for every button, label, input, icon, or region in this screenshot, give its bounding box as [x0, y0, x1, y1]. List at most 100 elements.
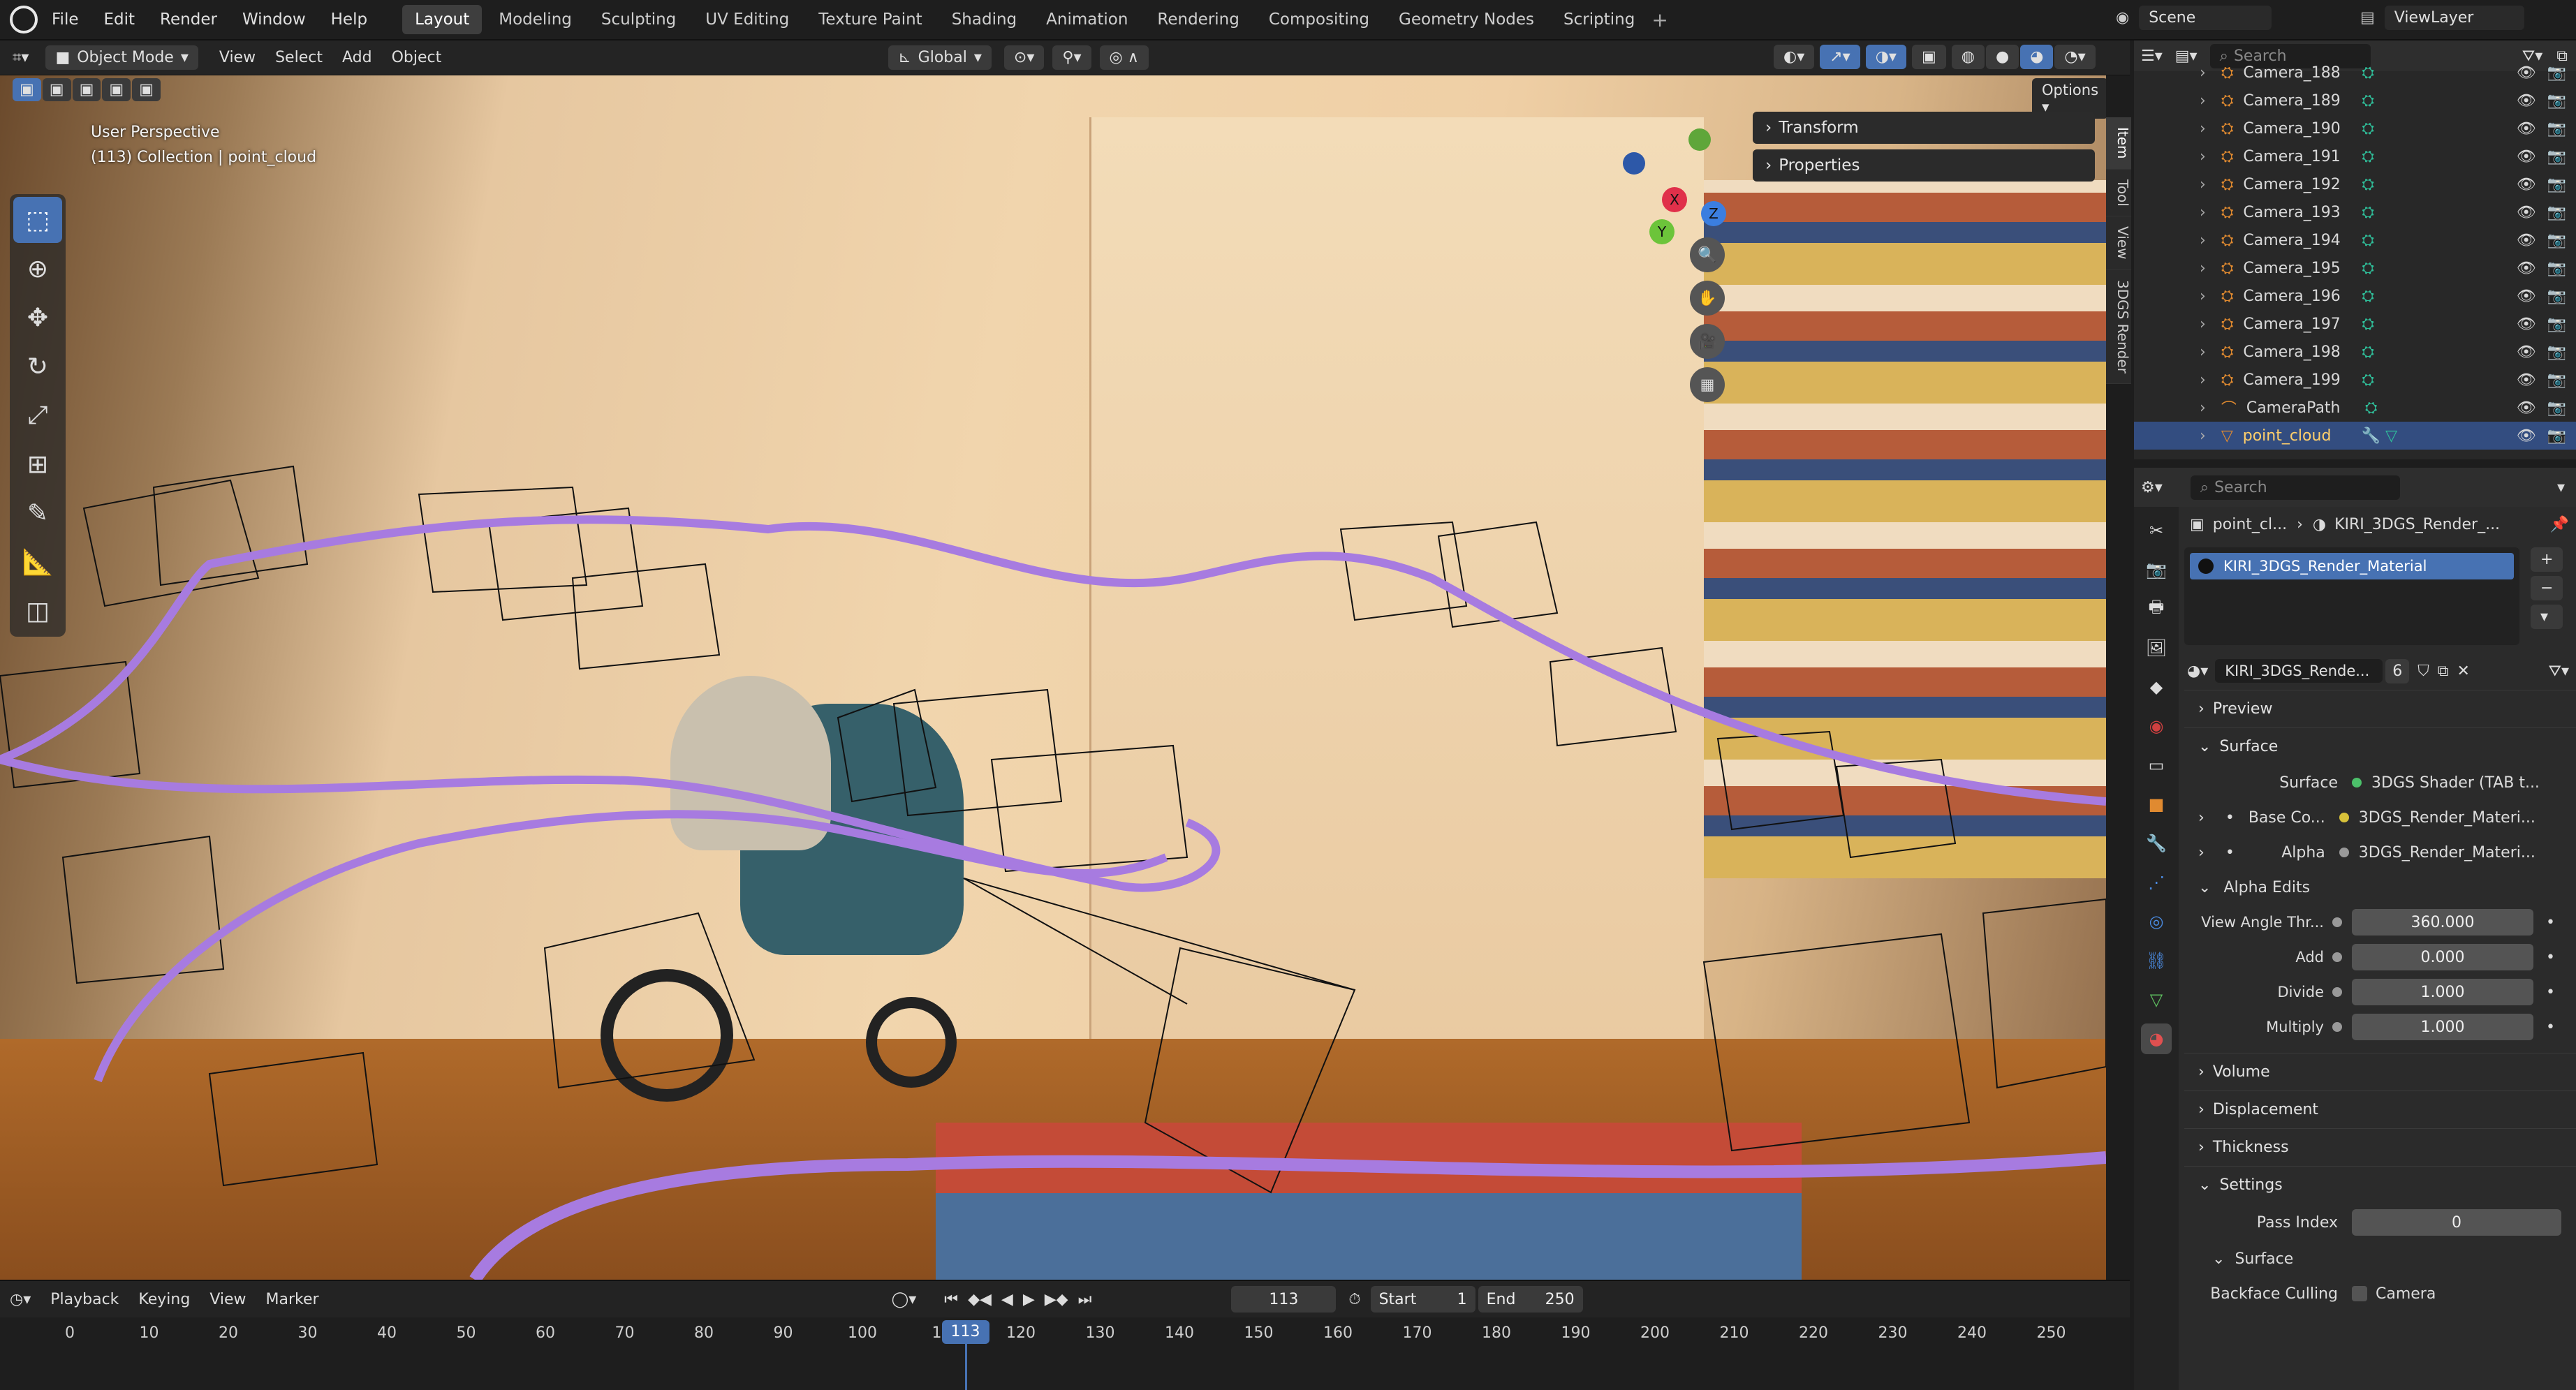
- render-camera-icon[interactable]: 📷: [2547, 120, 2566, 138]
- menu-playback[interactable]: Playback: [50, 1291, 119, 1308]
- outliner-item-label[interactable]: Camera_190: [2243, 120, 2362, 138]
- base-color-field[interactable]: 3DGS_Render_Materi...: [2359, 809, 2535, 827]
- expand-arrow-icon[interactable]: ›: [2200, 120, 2206, 138]
- visibility-eye-icon[interactable]: 👁: [2517, 176, 2536, 193]
- tab-scripting[interactable]: Scripting: [1551, 5, 1647, 34]
- outliner-row[interactable]: › ⌒ CameraPath ⛭ 👁 📷: [2134, 394, 2576, 422]
- menu-keying[interactable]: Keying: [138, 1291, 190, 1308]
- outliner-type-icon[interactable]: ☰▾: [2141, 47, 2163, 65]
- tab-layout[interactable]: Layout: [402, 5, 483, 34]
- jump-keyframe-fwd-icon[interactable]: ▶◆: [1045, 1291, 1068, 1308]
- select-invert-icon[interactable]: ▣: [102, 78, 131, 101]
- menu-timeline-view[interactable]: View: [209, 1291, 246, 1308]
- chevron-down-icon[interactable]: ▾: [2557, 479, 2565, 496]
- tab-modeling[interactable]: Modeling: [486, 5, 584, 34]
- menu-select[interactable]: Select: [275, 49, 323, 66]
- material-browse-icon[interactable]: ◕▾: [2187, 663, 2208, 680]
- gizmo-toggle-icon[interactable]: ↗▾: [1820, 45, 1860, 69]
- gizmo-y-axis[interactable]: Y: [1649, 219, 1675, 244]
- output-icon[interactable]: 🖶: [2141, 593, 2172, 624]
- render-camera-icon[interactable]: 📷: [2547, 371, 2566, 389]
- scene-field[interactable]: Scene: [2139, 6, 2272, 30]
- tab-uv-editing[interactable]: UV Editing: [693, 5, 802, 34]
- tab-compositing[interactable]: Compositing: [1256, 5, 1382, 34]
- keyframe-dot-icon[interactable]: •: [2546, 949, 2555, 966]
- add-workspace-icon[interactable]: +: [1651, 8, 1668, 31]
- fake-user-icon[interactable]: ⛉: [2417, 663, 2429, 680]
- render-camera-icon[interactable]: 📷: [2547, 399, 2566, 417]
- render-camera-icon[interactable]: 📷: [2547, 316, 2566, 333]
- render-icon[interactable]: 📷: [2141, 554, 2172, 585]
- tab-texture-paint[interactable]: Texture Paint: [806, 5, 934, 34]
- alpha-edits-header[interactable]: ⌄ Alpha Edits: [2184, 870, 2576, 905]
- outliner-item-label[interactable]: Camera_199: [2243, 371, 2362, 389]
- slot-specials-icon[interactable]: ▾: [2531, 605, 2563, 629]
- transform-orientation-dropdown[interactable]: ⊾ Global ▾: [888, 45, 992, 70]
- section-preview[interactable]: › Preview: [2184, 690, 2576, 727]
- duplicate-icon[interactable]: ⧉: [2438, 663, 2449, 680]
- properties-search-input[interactable]: ⌕ Search: [2190, 475, 2400, 500]
- overlay-toggle-icon[interactable]: ◑▾: [1865, 45, 1906, 69]
- chevron-right-icon[interactable]: ›: [2198, 844, 2205, 862]
- end-frame-field[interactable]: End 250: [1478, 1286, 1583, 1313]
- jump-start-icon[interactable]: ⏮: [944, 1291, 958, 1308]
- expand-arrow-icon[interactable]: ›: [2200, 427, 2206, 445]
- visibility-eye-icon[interactable]: 👁: [2517, 148, 2536, 165]
- visibility-eye-icon[interactable]: 👁: [2517, 343, 2536, 361]
- expand-arrow-icon[interactable]: ›: [2200, 92, 2206, 110]
- expand-arrow-icon[interactable]: ›: [2200, 64, 2206, 82]
- expand-arrow-icon[interactable]: ›: [2200, 176, 2206, 193]
- expand-arrow-icon[interactable]: ›: [2200, 343, 2206, 361]
- backface-checkbox[interactable]: [2352, 1286, 2367, 1301]
- menu-help[interactable]: Help: [331, 10, 367, 29]
- outliner-item-label[interactable]: Camera_194: [2243, 232, 2362, 249]
- properties-type-icon[interactable]: ⚙▾: [2141, 479, 2163, 496]
- pan-hand-icon[interactable]: ✋: [1690, 281, 1725, 316]
- outliner-row[interactable]: › ⛭ Camera_197 ⛭ 👁 📷: [2134, 310, 2576, 338]
- section-volume[interactable]: › Volume: [2184, 1053, 2576, 1090]
- outliner-item-label[interactable]: Camera_198: [2243, 343, 2362, 361]
- visibility-eye-icon[interactable]: 👁: [2517, 232, 2536, 249]
- select-new-icon[interactable]: ▣: [13, 78, 41, 101]
- outliner-item-label[interactable]: Camera_196: [2243, 288, 2362, 305]
- render-camera-icon[interactable]: 📷: [2547, 288, 2566, 305]
- scene-selector[interactable]: ◉ Scene: [2116, 6, 2272, 30]
- ortho-toggle-icon[interactable]: ▦: [1690, 367, 1725, 402]
- 3d-viewport[interactable]: User Perspective (113) Collection | poin…: [0, 75, 2106, 1280]
- timeline-type-icon[interactable]: ◷▾: [10, 1291, 31, 1308]
- gizmo-z-axis[interactable]: Z: [1701, 201, 1726, 226]
- view-layer-icon[interactable]: 🖼: [2141, 633, 2172, 663]
- keyframe-dot-icon[interactable]: •: [2546, 1019, 2555, 1036]
- properties-panel-header[interactable]: › Properties: [1753, 149, 2095, 182]
- section-displacement[interactable]: › Displacement: [2184, 1090, 2576, 1128]
- node-link-icon[interactable]: ⛛▾: [2548, 663, 2569, 680]
- view-angle-field[interactable]: 360.000: [2352, 909, 2533, 936]
- menu-marker[interactable]: Marker: [266, 1291, 319, 1308]
- outliner-row[interactable]: › ⛭ Camera_193 ⛭ 👁 📷: [2134, 198, 2576, 226]
- collection-icon[interactable]: ▭: [2141, 750, 2172, 781]
- menu-file[interactable]: File: [52, 10, 79, 29]
- section-settings[interactable]: ⌄ Settings: [2184, 1166, 2576, 1204]
- outliner-row[interactable]: › ⛭ Camera_189 ⛭ 👁 📷: [2134, 87, 2576, 114]
- material-icon[interactable]: ◕: [2141, 1023, 2172, 1054]
- object-icon[interactable]: ■: [2141, 789, 2172, 820]
- gizmo-x-axis[interactable]: X: [1662, 187, 1687, 212]
- menu-view[interactable]: View: [219, 49, 256, 66]
- modifier-icon[interactable]: 🔧: [2141, 828, 2172, 859]
- unlink-icon[interactable]: ✕: [2457, 663, 2469, 680]
- outliner-row[interactable]: › ▽ point_cloud 🔧 ▽ 👁 📷: [2134, 422, 2576, 450]
- tab-rendering[interactable]: Rendering: [1145, 5, 1251, 34]
- play-reverse-icon[interactable]: ◀: [1001, 1291, 1013, 1308]
- object-data-icon[interactable]: ▽: [2141, 984, 2172, 1015]
- play-icon[interactable]: ▶: [1023, 1291, 1035, 1308]
- transform-panel-header[interactable]: › Transform: [1753, 112, 2095, 144]
- visibility-eye-icon[interactable]: 👁: [2517, 316, 2536, 333]
- annotate-tool-icon[interactable]: ✎: [13, 490, 62, 536]
- shading-solid-icon[interactable]: ●: [1985, 45, 2019, 69]
- gizmo-x-neg[interactable]: [1623, 152, 1645, 175]
- auto-key-icon[interactable]: ◯▾: [892, 1291, 917, 1308]
- visibility-eye-icon[interactable]: 👁: [2517, 260, 2536, 277]
- render-camera-icon[interactable]: 📷: [2547, 427, 2566, 445]
- expand-arrow-icon[interactable]: ›: [2200, 371, 2206, 389]
- render-camera-icon[interactable]: 📷: [2547, 260, 2566, 277]
